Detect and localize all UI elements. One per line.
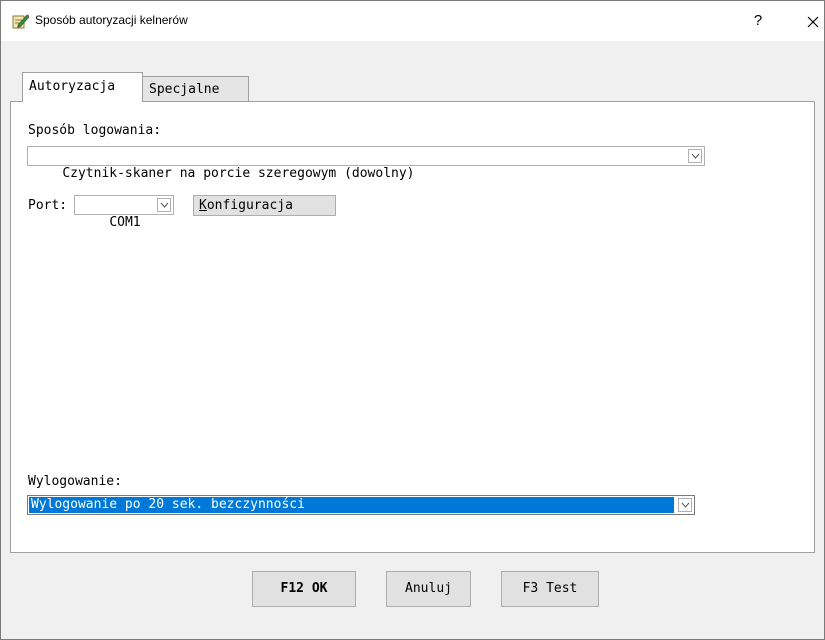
close-button[interactable] xyxy=(799,7,825,35)
chevron-down-icon[interactable] xyxy=(688,149,702,163)
configuration-button[interactable]: Konfiguracja xyxy=(193,195,336,216)
logout-value: Wylogowanie po 20 sek. bezczynności xyxy=(29,497,674,513)
test-button[interactable]: F3 Test xyxy=(501,571,599,607)
logout-label: Wylogowanie: xyxy=(28,474,122,489)
port-label: Port: xyxy=(28,198,68,213)
port-value: COM1 xyxy=(109,215,141,230)
logout-select[interactable]: Wylogowanie po 20 sek. bezczynności xyxy=(27,495,695,515)
tab-autoryzacja[interactable]: Autoryzacja xyxy=(22,72,143,102)
chevron-down-icon[interactable] xyxy=(157,198,171,212)
ok-button[interactable]: F12 OK xyxy=(252,571,356,607)
help-button[interactable]: ? xyxy=(744,7,772,35)
cancel-button[interactable]: Anuluj xyxy=(386,571,471,607)
chevron-down-icon[interactable] xyxy=(678,498,692,512)
pencil-notepad-icon xyxy=(12,13,30,29)
configuration-accelerator: K xyxy=(199,198,207,213)
dialog-window: Sposób autoryzacji kelnerów ? Autoryzacj… xyxy=(0,0,825,640)
login-method-value: Czytnik-skaner na porcie szeregowym (dow… xyxy=(62,166,415,181)
port-select[interactable]: COM1 xyxy=(74,195,174,230)
configuration-label: onfiguracja xyxy=(206,198,293,213)
title-bar: Sposób autoryzacji kelnerów ? xyxy=(1,1,824,41)
window-title: Sposób autoryzacji kelnerów xyxy=(35,13,188,27)
tab-specjalne[interactable]: Specjalne xyxy=(143,76,249,102)
close-icon xyxy=(807,11,819,31)
login-method-select[interactable]: Czytnik-skaner na porcie szeregowym (dow… xyxy=(27,146,705,181)
login-method-label: Sposób logowania: xyxy=(28,123,162,138)
